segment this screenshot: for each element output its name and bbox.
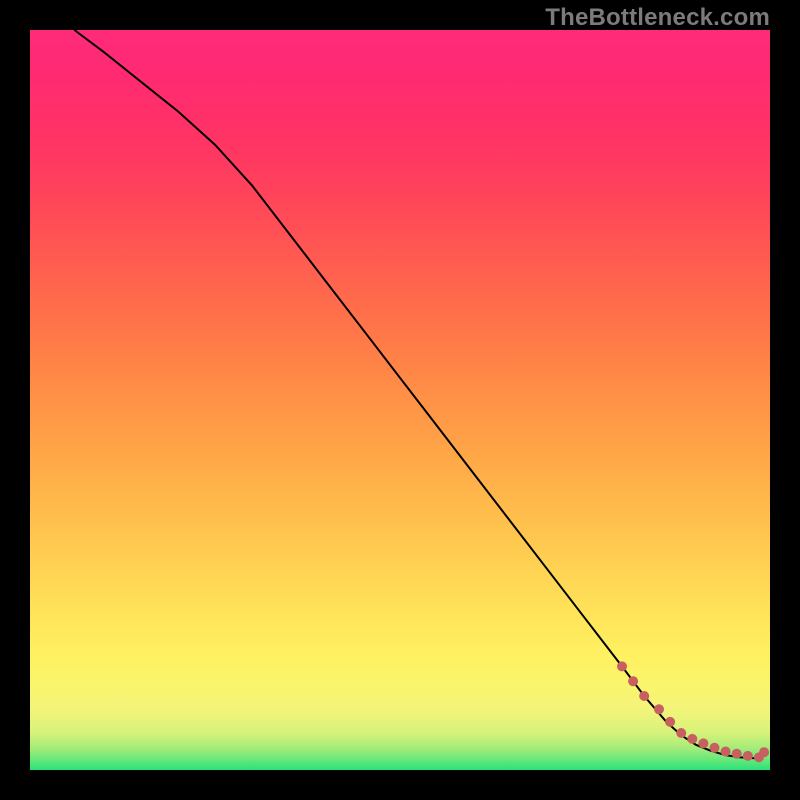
dot-marker [665,717,675,727]
chart-frame: TheBottleneck.com [0,0,800,800]
dots-group [617,661,769,762]
plot-area [30,30,770,770]
dot-marker [710,743,720,753]
dot-marker [698,738,708,748]
dot-marker [628,676,638,686]
dot-marker [743,751,753,761]
dot-marker [676,728,686,738]
dot-marker [617,661,627,671]
dot-marker [759,747,769,757]
dot-marker [721,747,731,757]
dot-marker [639,691,649,701]
black-curve-line [74,30,762,758]
dot-marker [687,734,697,744]
watermark-text: TheBottleneck.com [545,4,770,32]
dot-marker [654,704,664,714]
dot-marker [732,749,742,759]
chart-svg [30,30,770,770]
